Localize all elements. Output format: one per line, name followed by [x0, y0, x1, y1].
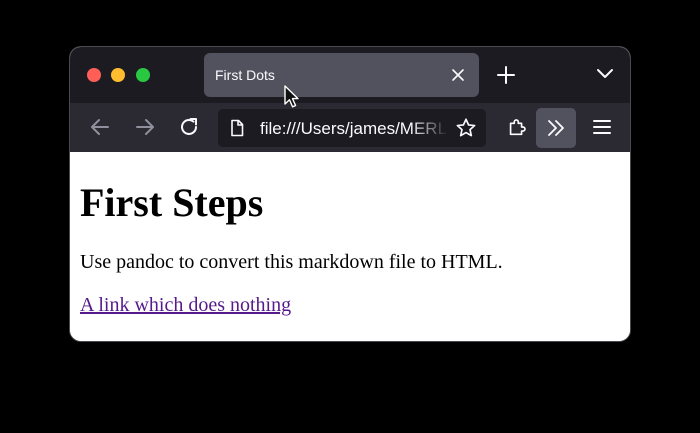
url-bar[interactable]: file:///Users/james/MERL [218, 109, 486, 147]
tab-strip: First Dots [70, 47, 630, 103]
mouse-pointer-icon [283, 85, 299, 109]
chevron-down-icon[interactable] [596, 67, 614, 81]
window-maximize-button[interactable] [136, 68, 150, 82]
arrow-right-icon[interactable] [133, 115, 157, 139]
navigation-toolbar: file:///Users/james/MERL [70, 103, 630, 152]
page-link[interactable]: A link which does nothing [80, 294, 291, 317]
tab-title: First Dots [215, 67, 275, 83]
close-icon[interactable] [450, 67, 466, 83]
document-icon [228, 119, 246, 137]
browser-window: First Dots file:///Users/james/MERL Firs… [70, 47, 630, 341]
tab-first-dots[interactable]: First Dots [204, 53, 479, 97]
reload-icon[interactable] [177, 115, 201, 139]
page-paragraph: Use pandoc to convert this markdown file… [80, 251, 503, 273]
star-icon[interactable] [455, 117, 477, 139]
url-text[interactable]: file:///Users/james/MERL [260, 119, 448, 139]
double-chevron-right-icon[interactable] [536, 108, 576, 148]
plus-icon[interactable] [496, 65, 516, 85]
puzzle-icon[interactable] [506, 116, 528, 138]
page-title: First Steps [80, 180, 264, 225]
page-content: First Steps Use pandoc to convert this m… [70, 152, 630, 341]
window-close-button[interactable] [87, 68, 101, 82]
arrow-left-icon[interactable] [88, 115, 112, 139]
window-minimize-button[interactable] [111, 68, 125, 82]
hamburger-menu-icon[interactable] [591, 116, 613, 138]
